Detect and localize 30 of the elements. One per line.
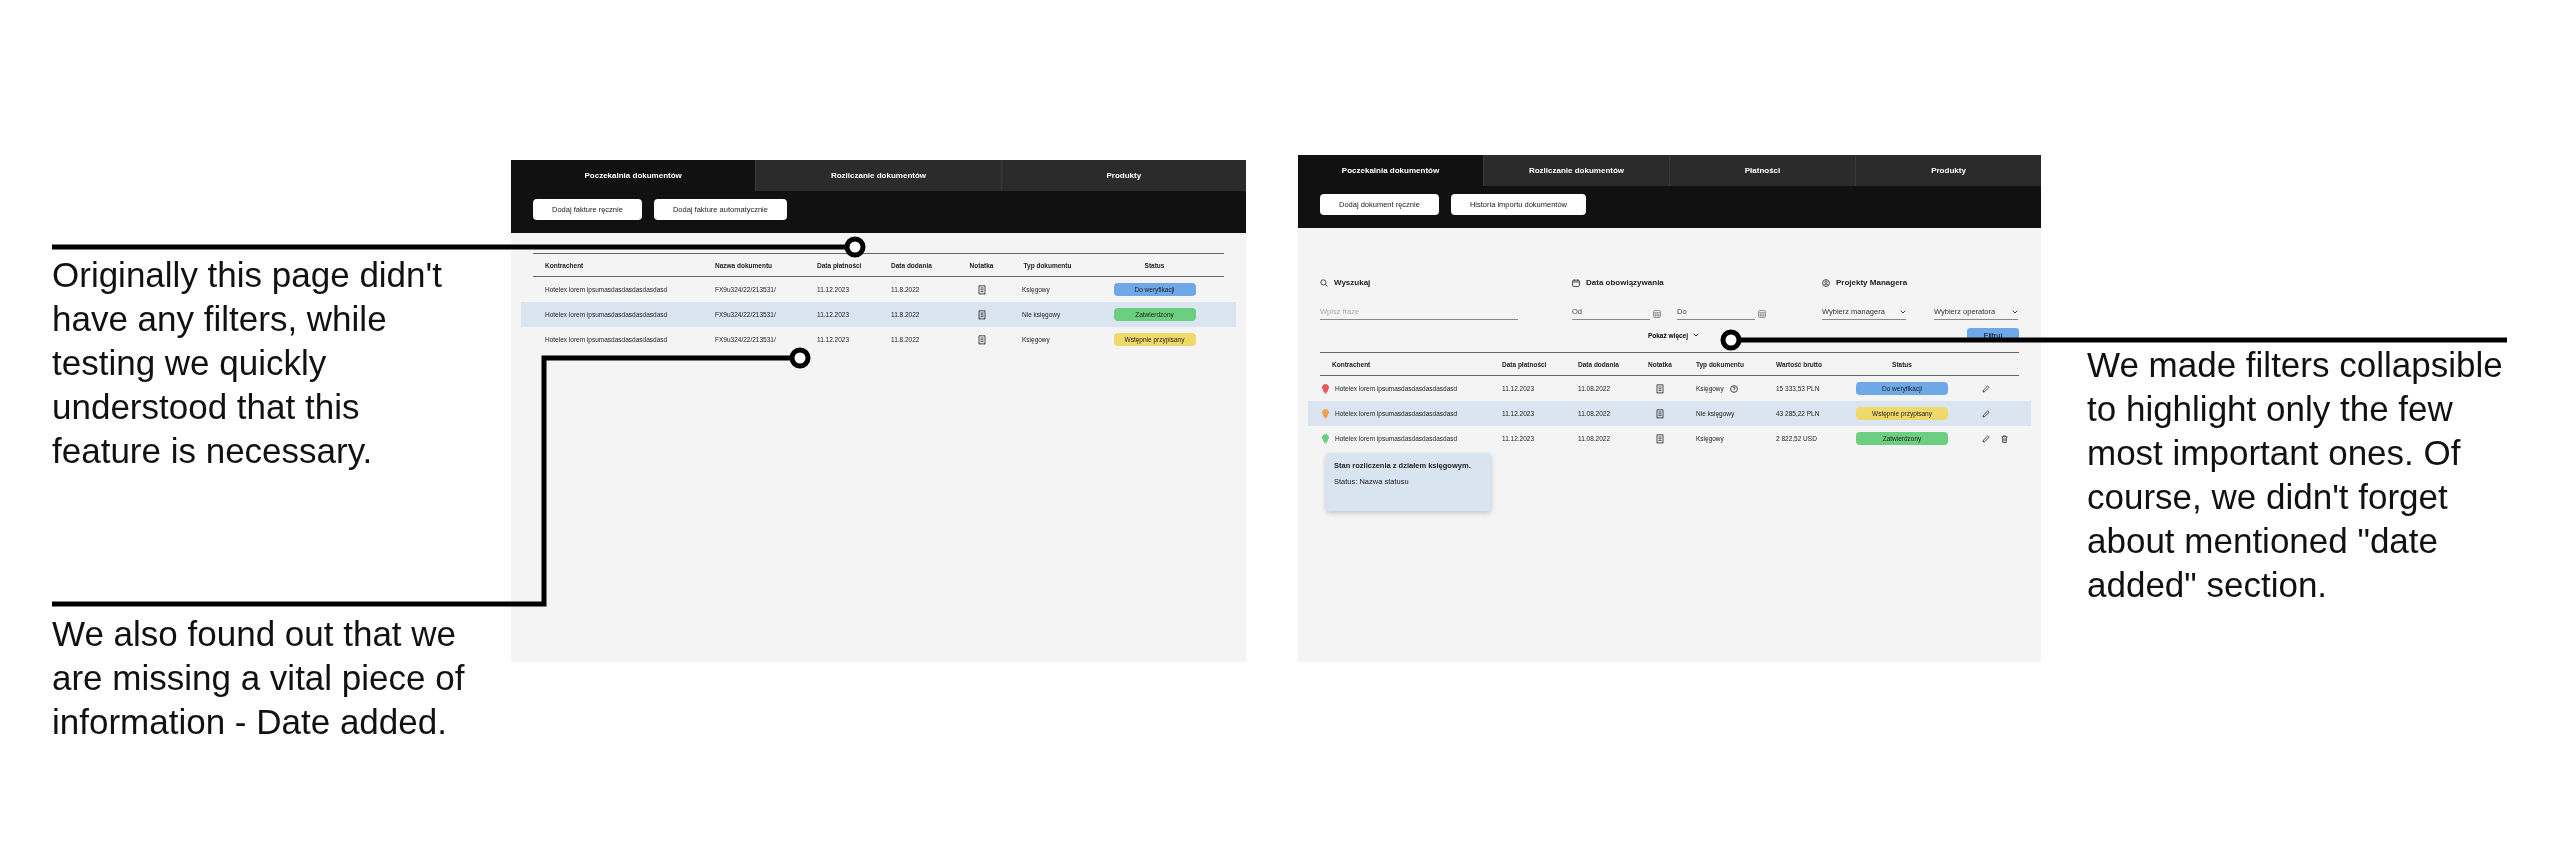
nav-tab[interactable]: Produkty <box>1855 155 2041 186</box>
trash-icon[interactable] <box>2001 434 2008 443</box>
calendar-icon[interactable] <box>1758 309 1766 318</box>
caret-icon <box>2012 309 2018 314</box>
receipt-icon[interactable] <box>1656 433 1664 444</box>
annotation-text: We also found out that we are missing a vital piece of information - Date added. <box>52 613 466 743</box>
calendar-icon[interactable] <box>1653 309 1661 318</box>
user-icon <box>1822 278 1830 287</box>
caret-icon <box>1693 333 1700 337</box>
help-icon[interactable] <box>1729 384 1738 393</box>
nav-tab[interactable]: Produkty <box>1000 160 1246 191</box>
nav-tab[interactable]: Płatności <box>1669 155 1855 186</box>
receipt-icon[interactable] <box>1656 383 1664 394</box>
nav-tab[interactable]: Rozliczanie dokumentów <box>755 160 1001 191</box>
receipt-icon[interactable] <box>977 284 986 295</box>
caret-icon <box>1900 309 1906 314</box>
filter-label: Projekty Managera <box>1836 278 1908 287</box>
filter-label: Data obowiązywania <box>1586 278 1664 287</box>
receipt-icon[interactable] <box>977 309 986 320</box>
pencil-icon[interactable] <box>1982 434 1990 443</box>
annotation-text: Originally this page didn't have any filters, while testing we quickly understood that this feature is necessary. <box>52 254 443 472</box>
pencil-icon[interactable] <box>1982 409 1990 418</box>
calendar-icon <box>1572 278 1580 287</box>
nav-tab[interactable]: Rozliczanie dokumentów <box>1483 155 1669 186</box>
annotation-text: We made filters collapsible to highlight only the few most important ones. Of course, we didn't forget about mentioned "date added" section. <box>2087 344 2504 606</box>
filter-label: Wyszukaj <box>1334 278 1371 287</box>
search-icon <box>1320 278 1328 287</box>
pencil-icon[interactable] <box>1982 384 1990 393</box>
receipt-icon[interactable] <box>977 334 986 345</box>
receipt-icon[interactable] <box>1656 408 1664 419</box>
